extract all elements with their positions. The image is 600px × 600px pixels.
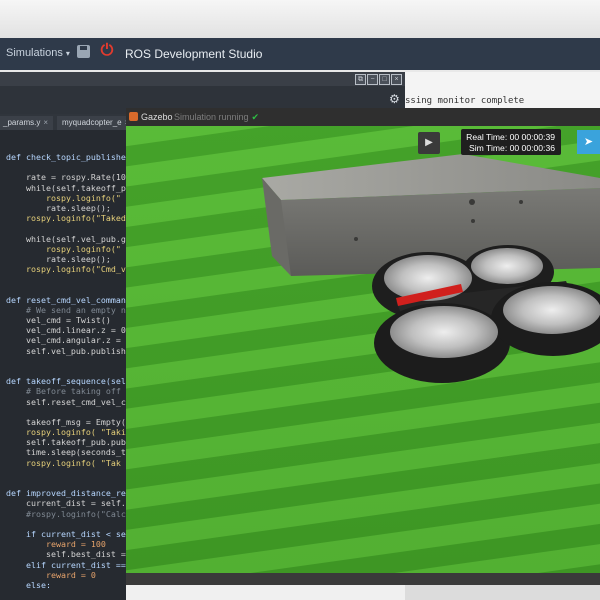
wall-bolt-1 (469, 199, 475, 205)
gazebo-bottom-bar (126, 573, 600, 585)
real-time-label: Real Time: 00 00:00:39 (466, 132, 555, 142)
drone-prop-front-left (390, 306, 498, 358)
play-button[interactable]: ▶ (418, 132, 440, 154)
gazebo-3d-scene[interactable] (126, 126, 600, 573)
terminal-panel: ssing monitor complete (405, 72, 600, 108)
wall-bolt-3 (354, 237, 358, 241)
check-icon: ✔ (251, 112, 260, 122)
minimize-icon[interactable]: − (367, 74, 378, 85)
editor-titlebar: ⧉ − □ × (0, 72, 405, 86)
simulation-status-text: Simulation running (174, 112, 249, 122)
wall-bolt-4 (519, 200, 523, 204)
gazebo-icon (129, 112, 138, 121)
maximize-icon[interactable]: □ (379, 74, 390, 85)
select-mode-icon[interactable]: ➤ (577, 130, 600, 154)
terminal-output: ssing monitor complete (405, 96, 525, 106)
chevron-down-icon: ▾ (65, 49, 70, 58)
gear-icon[interactable]: ⚙ (389, 92, 400, 106)
wall-bolt-2 (471, 219, 475, 223)
top-navbar: Simulations ▾ ⏻ ROS Development Studio (0, 38, 600, 70)
browser-top-strip (0, 0, 600, 39)
restore-icon[interactable]: ⧉ (355, 74, 366, 85)
tab-label: _params.y (3, 118, 41, 127)
simulations-label: Simulations (6, 47, 63, 59)
tab-myquadcopter[interactable]: myquadcopter_e× (57, 116, 135, 130)
sim-time-label: Sim Time: 00 00:00:36 (469, 143, 555, 153)
drone-prop-front-right (503, 286, 600, 334)
save-icon[interactable] (77, 45, 90, 58)
simulation-status: Simulation running ✔ (174, 112, 259, 123)
app-title: ROS Development Studio (125, 47, 263, 61)
sim-time-display: Real Time: 00 00:00:39 Sim Time: 00 00:0… (461, 129, 561, 155)
close-icon[interactable]: × (43, 118, 48, 127)
gazebo-window: Gazebo Simulation running ✔ ▶ Real Time:… (126, 108, 600, 585)
page-bottom-strip-right (405, 585, 600, 600)
power-icon[interactable]: ⏻ (98, 42, 116, 60)
close-icon[interactable]: × (391, 74, 402, 85)
drone-prop-rear-right (471, 248, 543, 284)
gazebo-titlebar: Gazebo Simulation running ✔ (126, 108, 600, 126)
simulations-menu[interactable]: Simulations ▾ (6, 47, 70, 59)
tab-label: myquadcopter_e (62, 118, 122, 127)
tab-params[interactable]: _params.y × (0, 116, 54, 130)
gazebo-title: Gazebo (141, 112, 173, 122)
